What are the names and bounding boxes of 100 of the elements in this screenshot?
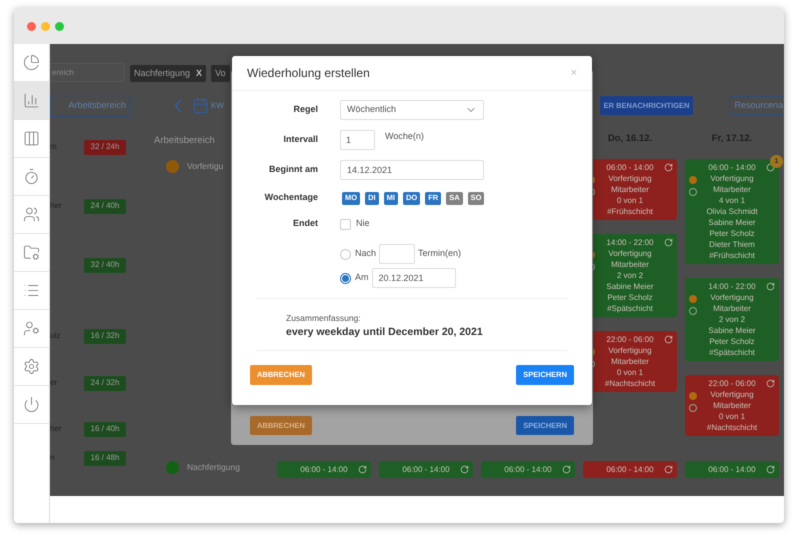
sidebar-item[interactable] — [14, 82, 49, 120]
shift-text: Mitarbeiter — [713, 303, 751, 314]
calendar-icon[interactable] — [192, 97, 209, 114]
settings-icon — [23, 358, 40, 375]
shift-text: 0 von 1 — [616, 367, 644, 378]
sidebar-item[interactable] — [14, 120, 49, 158]
hours-badge: 32 / 40h — [84, 258, 126, 272]
shift-text: Mitarbeiter — [611, 356, 649, 368]
refresh-icon — [766, 465, 775, 474]
refresh-icon — [766, 379, 775, 388]
radio-label: Am — [355, 271, 368, 284]
shift-text: Vorfertigung — [608, 173, 652, 184]
start-date-field[interactable]: 14.12.2021 — [340, 160, 484, 180]
shift-text: Olivia Schmidt — [706, 206, 758, 218]
shift-text: 22:00 - 06:00 — [606, 334, 654, 346]
interval-field[interactable]: 1 — [340, 130, 375, 150]
shift-text: Peter Scholz — [709, 336, 755, 348]
shift-text: 14:00 - 22:00 — [606, 237, 654, 248]
shift-card[interactable]: 06:00 - 14:00 — [277, 461, 371, 478]
users-icon — [23, 206, 40, 223]
power-icon — [23, 396, 40, 413]
shift-card[interactable]: 06:00 - 14:00 — [481, 461, 575, 478]
shift-text: 14:00 - 22:00 — [708, 281, 756, 292]
shift-text: 06:00 - 14:00 — [606, 162, 654, 174]
refresh-icon — [664, 238, 673, 248]
shift-text: 22:00 - 06:00 — [708, 378, 756, 390]
count-field[interactable] — [379, 244, 416, 264]
shift-text: #Spätschicht — [709, 347, 755, 358]
refresh-icon — [766, 282, 775, 292]
hours-badge: 24 / 32h — [84, 376, 126, 390]
shift-text: 06:00 - 14:00 — [300, 464, 348, 475]
bar-chart-icon — [23, 92, 40, 109]
dialog-title: Wiederholung erstellen — [247, 65, 370, 82]
shift-text: 06:00 - 14:00 — [708, 162, 756, 174]
sidebar-item[interactable] — [14, 234, 49, 272]
columns-icon — [23, 130, 40, 147]
checkbox-label: Nie — [356, 217, 370, 230]
shift-text: 0 von 1 — [718, 411, 746, 422]
filter-tag[interactable]: Nachfertigung X — [130, 65, 206, 82]
tag-label: Vo — [215, 66, 226, 80]
summary-text: every weekday until December 20, 2021 — [286, 324, 484, 340]
hours-badge: 16 / 48h — [84, 450, 126, 466]
shift-text: 06:00 - 14:00 — [606, 464, 654, 475]
tag-label: Nachfertigung — [134, 66, 190, 80]
shift-card[interactable]: 06:00 - 14:00 — [583, 461, 677, 478]
shift-text: Sabine Meier — [708, 217, 756, 228]
shift-text: Peter Scholz — [709, 228, 755, 240]
shift-text: Mitarbeiter — [611, 259, 649, 270]
hours-badge: 32 / 24h — [84, 140, 126, 154]
sidebar-item[interactable] — [14, 44, 49, 82]
remove-tag-button[interactable]: X — [196, 66, 202, 80]
radio-button[interactable] — [340, 272, 351, 284]
shift-text: 06:00 - 14:00 — [402, 464, 450, 475]
refresh-icon — [664, 163, 673, 172]
field-label: Wochentage — [264, 191, 319, 204]
end-date-field[interactable]: 20.12.2021 — [372, 268, 456, 288]
shift-text: Vorfertigung — [608, 345, 652, 356]
refresh-icon — [664, 335, 673, 344]
never-checkbox[interactable] — [340, 218, 351, 230]
shift-text: Mitarbeiter — [611, 184, 649, 196]
refresh-icon — [562, 465, 571, 474]
shift-text: #Spätschicht — [607, 303, 653, 314]
sidebar-item[interactable] — [14, 348, 49, 386]
shift-text: #Nachtschicht — [706, 422, 758, 434]
shift-text: Sabine Meier — [708, 325, 756, 336]
shift-card[interactable]: 22:00 - 06:00 Vorfertigung Mitarbeiter 0 von 1 #Nachtschicht — [685, 375, 779, 436]
sidebar-item[interactable] — [14, 272, 49, 310]
user-gear-icon — [23, 320, 40, 337]
hours-badge: 16 / 32h — [84, 328, 126, 344]
hours-badge: 24 / 40h — [84, 198, 126, 214]
shift-text: Sabine Meier — [606, 281, 654, 292]
shift-text: Vorfertigung — [710, 389, 754, 400]
column-header: Arbeitsbereich — [154, 134, 216, 148]
field-label: Regel — [292, 103, 319, 116]
sidebar-item[interactable] — [14, 196, 49, 234]
shift-text: 06:00 - 14:00 — [708, 464, 756, 475]
sidebar-item[interactable] — [14, 158, 49, 196]
area-name: Vorfertigu — [187, 160, 224, 173]
field-label: Intervall — [282, 133, 319, 146]
shift-card[interactable]: 06:00 - 14:00 — [685, 461, 779, 478]
shift-text: 4 von 1 — [718, 195, 746, 206]
filter-tag[interactable]: Vo — [211, 65, 230, 82]
shift-text: 06:00 - 14:00 — [504, 464, 552, 475]
unit-label: Woche(n) — [385, 130, 424, 143]
hours-badge: 16 / 40h — [84, 422, 126, 436]
refresh-icon — [358, 465, 367, 474]
field-label: Beginnt am — [268, 163, 319, 176]
shift-text: 2 von 2 — [616, 270, 644, 282]
shift-text: Mitarbeiter — [713, 400, 751, 412]
search-field[interactable]: ereich — [50, 63, 125, 82]
shift-text: Peter Scholz — [607, 292, 653, 304]
shift-card[interactable]: 14:00 - 22:00 Vorfertigung Mitarbeiter 2 von 2 Sabine Meier Peter Scholz #Spätschicht — [685, 278, 779, 362]
shift-card[interactable]: 06:00 - 14:00 — [379, 461, 473, 478]
radio-label: Nach — [355, 247, 376, 260]
shift-text: Vorfertigung — [710, 292, 754, 304]
sidebar-item[interactable] — [14, 310, 49, 348]
sidebar-item[interactable] — [14, 386, 49, 424]
refresh-icon — [460, 465, 469, 474]
rule-select[interactable]: Wöchentlich — [340, 100, 484, 120]
shift-text: 2 von 2 — [718, 314, 746, 326]
